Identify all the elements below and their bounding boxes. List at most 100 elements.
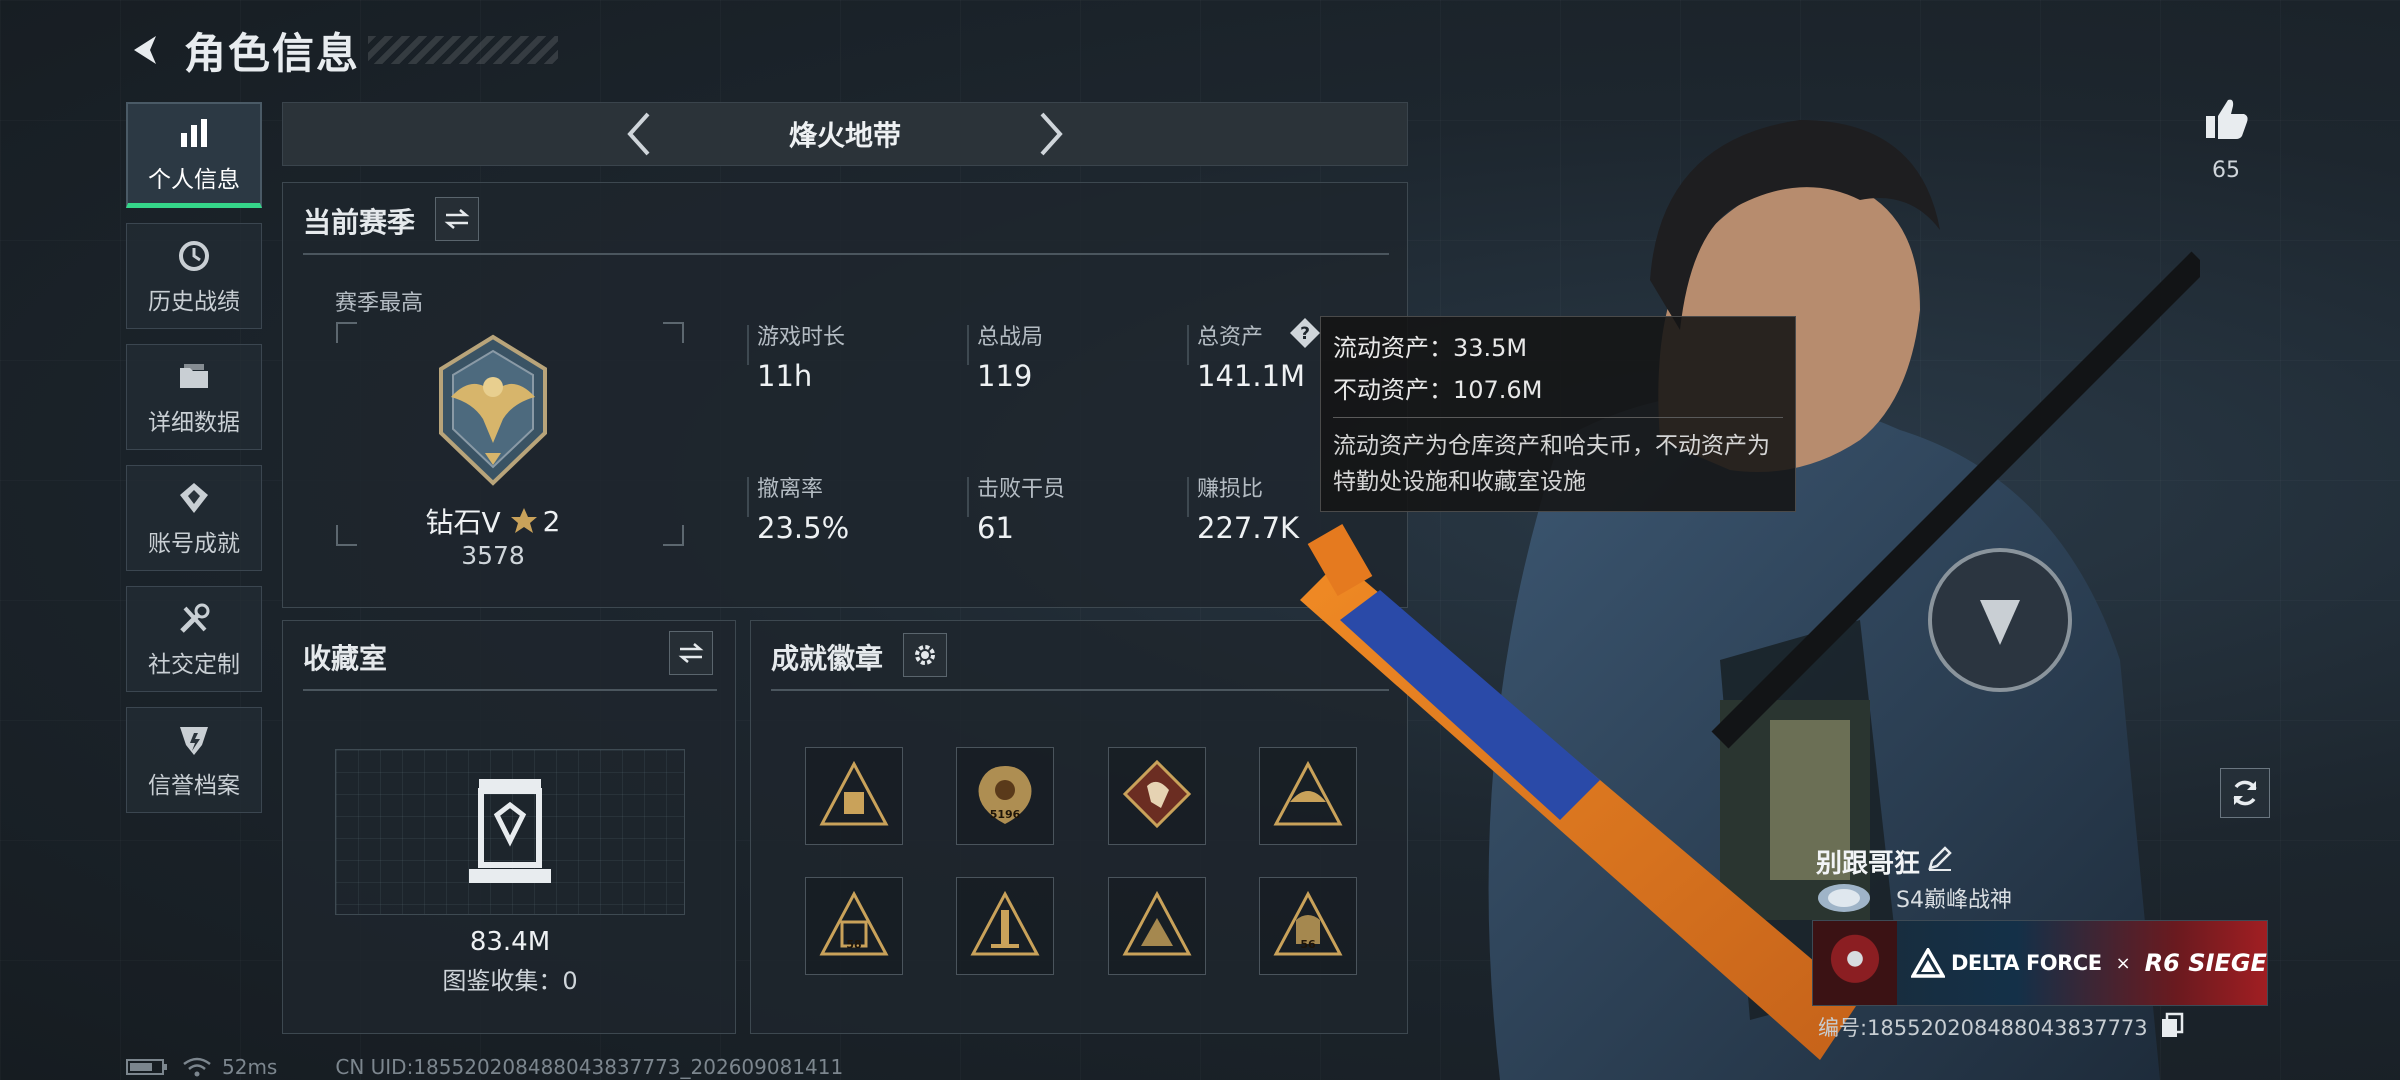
status-bar: 52ms CN UID:1855202084880438377​73_20260…: [126, 1054, 843, 1080]
rank-emblem-icon: [439, 334, 547, 486]
chevron-left-icon: [627, 112, 650, 156]
collection-panel: 收藏室 83.4M 图鉴收集：0: [282, 620, 736, 1034]
sidebar-item-achievements[interactable]: 账号成就: [126, 465, 262, 571]
collection-switch-button[interactable]: [669, 631, 713, 675]
sidebar-item-label: 信誉档案: [148, 773, 240, 799]
tooltip-divider: [1333, 417, 1783, 418]
profile-banner[interactable]: DELTA FORCE × R6 SIEGE: [1812, 920, 2268, 1006]
edit-pencil-icon[interactable]: [1926, 844, 1954, 872]
sidebar-item-label: 详细数据: [148, 410, 240, 436]
tools-icon: [174, 599, 214, 639]
folder-icon: [174, 357, 214, 397]
badge-emblem-icon: [970, 890, 1040, 956]
sidebar: 个人信息 历史战绩 详细数据 账号成就 社交定制 信誉档案: [126, 102, 262, 828]
badge-emblem-icon: 5196: [978, 766, 1032, 824]
rank-stars: 2: [542, 504, 561, 538]
banner-brand: DELTA FORCE: [1951, 951, 2102, 975]
stat-value-playtime: 11h: [757, 359, 813, 393]
shield-icon: [174, 720, 214, 760]
assets-tooltip: 流动资产：33.5M 不动资产：107.6M 流动资产为仓库资产和哈夫币，不动资…: [1320, 316, 1796, 512]
divider: [303, 253, 1389, 255]
collection-title: 收藏室: [303, 642, 388, 675]
stat-divider: [747, 325, 749, 365]
stat-divider: [747, 477, 749, 517]
player-id: 编号:1855202084880438377​73: [1818, 1016, 2148, 1040]
catalog-count: 图鉴收集：0: [442, 967, 578, 995]
copy-icon[interactable]: [2160, 1012, 2184, 1038]
rotate-view-button[interactable]: [2220, 768, 2270, 818]
sidebar-item-detailed-data[interactable]: 详细数据: [126, 344, 262, 450]
achievement-badge[interactable]: 58: [805, 877, 903, 975]
tooltip-fixed: 不动资产：107.6M: [1333, 376, 1543, 404]
thumbs-up-icon[interactable]: [2204, 96, 2250, 142]
map-next-button[interactable]: [1021, 104, 1081, 164]
stat-value-extract-rate: 23.5%: [757, 511, 850, 545]
achievement-icon: [174, 478, 214, 518]
map-prev-button[interactable]: [609, 104, 669, 164]
stat-label-playtime: 游戏时长: [757, 325, 846, 350]
badge-emblem-icon: [1122, 890, 1192, 956]
stat-label-total-assets: 总资产: [1197, 325, 1264, 350]
badges-settings-button[interactable]: [903, 633, 947, 677]
bar-chart-icon: [174, 114, 214, 154]
star-icon: [510, 508, 537, 533]
swap-icon: [678, 643, 704, 663]
stat-label-kills: 击败干员: [977, 477, 1066, 502]
stat-label-extract-rate: 撤离率: [757, 477, 824, 502]
title-decoration: [368, 36, 559, 64]
page-title: 角色信息: [184, 28, 361, 78]
map-selector: 烽火地带: [282, 102, 1408, 166]
achievement-badge[interactable]: [1108, 877, 1206, 975]
badge-emblem-icon: [819, 760, 889, 826]
uid-text: CN UID:1855202084880438377​73_2026090814…: [335, 1055, 844, 1079]
divider: [771, 689, 1389, 691]
stat-label-total-matches: 总战局: [977, 325, 1044, 350]
chevron-right-icon: [1040, 112, 1063, 156]
badges-title: 成就徽章: [771, 642, 884, 675]
collection-display[interactable]: [335, 749, 685, 915]
swap-icon: [444, 209, 470, 229]
player-name: 别跟哥狂: [1816, 849, 1921, 879]
season-best-label: 赛季最高: [335, 291, 424, 316]
season-panel: 当前赛季 赛季最高 钻石V 2 3578 游戏时长 11h 总战局 119 总资…: [282, 182, 1408, 608]
stat-divider: [1187, 325, 1189, 365]
tooltip-liquid: 流动资产：33.5M: [1333, 334, 1528, 362]
stat-divider: [1187, 477, 1189, 517]
top-bar: 角色信息: [122, 18, 559, 82]
map-name: 烽火地带: [788, 119, 901, 152]
stat-value-profit-ratio: 227.7K: [1197, 511, 1300, 545]
sidebar-item-credit[interactable]: 信誉档案: [126, 707, 262, 813]
season-switch-button[interactable]: [435, 197, 479, 241]
avatar[interactable]: [1813, 921, 1897, 1005]
history-clock-icon: [174, 236, 214, 276]
rank-title-row: S4巅峰战神: [1816, 880, 2012, 916]
rank-name: 钻石V: [425, 506, 501, 539]
refresh-icon: [2233, 780, 2257, 806]
tooltip-description: 流动资产为仓库资产和哈夫币，不动资产为特勤处设施和收藏室设施: [1333, 433, 1770, 495]
back-button[interactable]: [122, 26, 170, 74]
svg-text:58: 58: [846, 938, 861, 951]
stat-value-total-matches: 119: [977, 359, 1033, 393]
rank-title-badge-icon: [1818, 884, 1870, 912]
achievement-badge[interactable]: 5196: [956, 747, 1054, 845]
achievement-badge[interactable]: [805, 747, 903, 845]
svg-text:5196: 5196: [990, 808, 1021, 821]
display-case-icon: [469, 779, 551, 883]
banner-collab: R6 SIEGE: [2144, 949, 2267, 977]
back-arrow-icon: [134, 36, 156, 64]
collection-value: 83.4M: [469, 927, 551, 957]
sidebar-item-label: 社交定制: [148, 652, 240, 678]
sidebar-item-personal-info[interactable]: 个人信息: [126, 102, 262, 208]
divider: [303, 689, 717, 691]
rank-score: 3578: [461, 541, 525, 570]
season-title: 当前赛季: [303, 206, 416, 239]
banner-cross: ×: [2115, 952, 2131, 974]
achievement-badge[interactable]: [1108, 747, 1206, 845]
stat-divider: [967, 325, 969, 365]
like-count: 65: [2212, 158, 2240, 183]
sidebar-item-label: 历史战绩: [148, 289, 240, 315]
sidebar-item-social[interactable]: 社交定制: [126, 586, 262, 692]
achievement-badge[interactable]: [956, 877, 1054, 975]
sidebar-item-history[interactable]: 历史战绩: [126, 223, 262, 329]
sidebar-item-label: 账号成就: [148, 531, 240, 557]
